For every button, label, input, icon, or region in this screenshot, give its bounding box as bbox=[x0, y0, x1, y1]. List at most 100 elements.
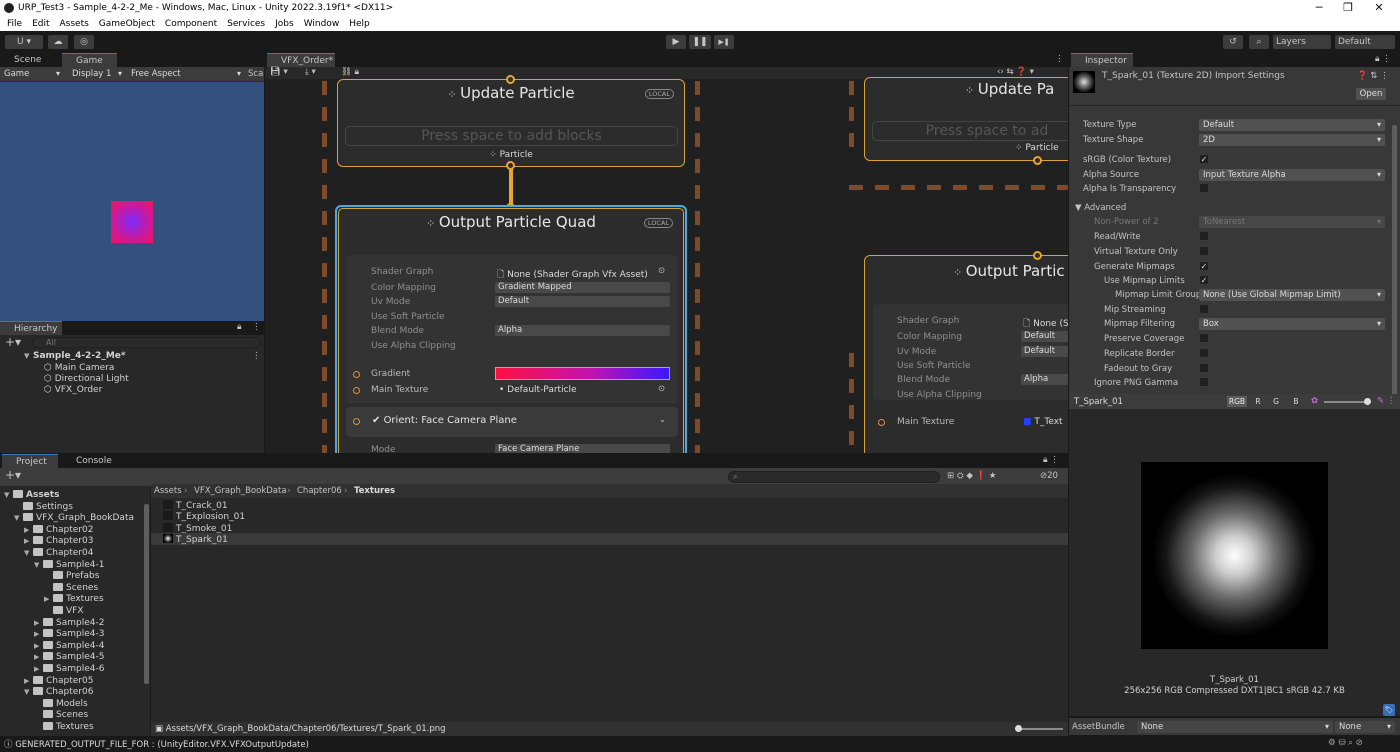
expand-arrow-icon[interactable]: ▼ bbox=[34, 561, 43, 569]
expand-arrow-icon[interactable]: ▶ bbox=[34, 665, 43, 673]
icon-size-slider[interactable] bbox=[1015, 728, 1063, 730]
blend-mode-dropdown[interactable]: Alpha bbox=[495, 325, 670, 336]
tab-hierarchy[interactable]: Hierarchy bbox=[0, 321, 62, 335]
folder-item[interactable]: Scenes bbox=[44, 582, 98, 593]
tab-console[interactable]: Console bbox=[62, 454, 120, 468]
tree-scrollbar[interactable] bbox=[144, 504, 149, 684]
expand-arrow-icon[interactable]: ▶ bbox=[24, 526, 33, 534]
channel-rgb-button[interactable]: RGB bbox=[1227, 396, 1247, 407]
folder-item[interactable]: Textures bbox=[34, 722, 94, 732]
menu-help[interactable]: Help bbox=[349, 17, 370, 31]
maximize-button[interactable]: ❐ bbox=[1341, 1, 1355, 15]
virtual-texture-checkbox[interactable] bbox=[1199, 246, 1209, 256]
menu-edit[interactable]: Edit bbox=[32, 17, 49, 31]
project-filter-icons[interactable]: ⊞ ⛭ ◆ ❗ ★ bbox=[947, 471, 996, 481]
orient-collapse-icon[interactable]: ⌄ bbox=[659, 415, 666, 425]
menu-assets[interactable]: Assets bbox=[60, 17, 89, 31]
hierarchy-search-input[interactable]: All bbox=[32, 337, 260, 348]
assetbundle-dropdown[interactable]: None bbox=[1137, 721, 1333, 733]
assetbundle-variant-dropdown[interactable]: None bbox=[1335, 721, 1395, 733]
expand-arrow-icon[interactable]: ▼ bbox=[4, 491, 13, 499]
label-tag-icon[interactable]: 🏷︎ bbox=[1383, 704, 1395, 716]
expand-arrow-icon[interactable]: ▶ bbox=[34, 630, 43, 638]
uv-mode-dropdown[interactable]: Default bbox=[495, 296, 670, 307]
folder-item[interactable]: VFX bbox=[44, 606, 84, 616]
expand-arrow-icon[interactable]: ▶ bbox=[34, 619, 43, 627]
right-output-input-port[interactable] bbox=[1033, 251, 1042, 260]
right-output-node[interactable]: ⁘ Output Partic Shader Graph 🗋 None (S C… bbox=[864, 255, 1068, 453]
output-particle-quad-node[interactable]: ⁘ Output Particle Quad LOCAL Shader Grap… bbox=[335, 205, 687, 453]
mip-filtering-dropdown[interactable]: Box bbox=[1199, 318, 1385, 330]
breadcrumb-assets[interactable]: Assets bbox=[154, 486, 182, 496]
hierarchy-item-main-camera[interactable]: ⬡ Main Camera bbox=[44, 363, 114, 373]
preserve-coverage-checkbox[interactable] bbox=[1199, 333, 1209, 343]
gradient-field[interactable] bbox=[495, 367, 670, 380]
folder-item[interactable]: Prefabs bbox=[44, 571, 99, 581]
menu-services[interactable]: Services bbox=[227, 17, 265, 31]
layers-dropdown[interactable]: Layers bbox=[1273, 35, 1331, 49]
alpha-channel-icon[interactable]: ✿ bbox=[1311, 396, 1318, 406]
minimize-button[interactable]: ─ bbox=[1312, 1, 1326, 15]
tab-inspector[interactable]: Inspector bbox=[1071, 53, 1133, 67]
tab-vfx-order[interactable]: VFX_Order* bbox=[267, 53, 335, 67]
ignore-png-checkbox[interactable] bbox=[1199, 377, 1209, 387]
menu-component[interactable]: Component bbox=[165, 17, 217, 31]
folder-item[interactable]: ▶ Chapter02 bbox=[24, 524, 93, 535]
status-message[interactable]: ⓘ GENERATED_OUTPUT_FILE_FOR : (UnityEdit… bbox=[4, 738, 309, 750]
folder-item[interactable]: Scenes bbox=[34, 710, 88, 720]
file-t-spark[interactable]: T_Spark_01 bbox=[163, 534, 228, 545]
folder-item[interactable]: Settings bbox=[14, 501, 73, 512]
vfx-more-icon[interactable]: ⋮ bbox=[1055, 54, 1064, 64]
expand-arrow-icon[interactable]: ▼ bbox=[24, 549, 33, 557]
search-icon[interactable]: ⌕ bbox=[1249, 35, 1269, 49]
file-t-crack[interactable]: T_Crack_01 bbox=[163, 500, 228, 511]
update-output-port[interactable] bbox=[506, 161, 515, 170]
channel-g-button[interactable]: G bbox=[1269, 396, 1283, 407]
expand-arrow-icon[interactable]: ▶ bbox=[24, 537, 33, 545]
tab-project[interactable]: Project bbox=[2, 454, 58, 468]
layout-dropdown[interactable]: Default bbox=[1335, 35, 1395, 49]
collab-icon[interactable]: ◎ bbox=[74, 35, 94, 49]
right-update-output-port[interactable] bbox=[1033, 156, 1042, 165]
menu-file[interactable]: File bbox=[7, 17, 22, 31]
status-icons[interactable]: ⚙ ⛁ ⌕ ⊘ bbox=[1328, 738, 1363, 748]
tab-game[interactable]: Game bbox=[62, 53, 117, 67]
expand-arrow-icon[interactable]: ▶ bbox=[24, 677, 33, 685]
mip-slider-handle[interactable] bbox=[1364, 398, 1371, 405]
breadcrumb-chapter06[interactable]: Chapter06 bbox=[297, 486, 342, 496]
right-shader-graph-field[interactable]: 🗋 None (S bbox=[1023, 316, 1068, 332]
replicate-border-checkbox[interactable] bbox=[1199, 348, 1209, 358]
shader-graph-picker-icon[interactable]: ⊙ bbox=[658, 266, 665, 276]
fadeout-checkbox[interactable] bbox=[1199, 363, 1209, 373]
breadcrumb-bookdata[interactable]: VFX_Graph_BookData bbox=[194, 486, 287, 496]
folder-item[interactable]: ▶ Sample4-2 bbox=[34, 617, 104, 628]
file-row-selected[interactable] bbox=[151, 533, 1068, 545]
channel-r-button[interactable]: R bbox=[1251, 396, 1265, 407]
folder-item[interactable]: ▼ Chapter06 bbox=[24, 687, 93, 697]
folder-item[interactable]: ▶ Textures bbox=[44, 594, 104, 604]
right-main-texture-field[interactable]: ■ T_Text bbox=[1023, 417, 1063, 427]
shader-graph-field[interactable]: 🗋 None (Shader Graph Vfx Asset) bbox=[497, 267, 648, 283]
folder-item[interactable]: ▼ Assets bbox=[4, 490, 59, 500]
inspector-scrollbar[interactable] bbox=[1392, 125, 1397, 395]
alpha-source-dropdown[interactable]: Input Texture Alpha bbox=[1199, 169, 1385, 181]
scene-menu-icon[interactable]: ⋮ bbox=[252, 351, 261, 361]
project-lock-icon[interactable]: 🔒︎ ⋮ bbox=[1043, 455, 1059, 465]
icon-size-handle[interactable] bbox=[1015, 725, 1022, 732]
hidden-count[interactable]: ⊘20 bbox=[1040, 471, 1058, 481]
folder-item[interactable]: ▼ VFX_Graph_BookData bbox=[14, 513, 134, 523]
link-icon[interactable]: ⛓ 🔒︎ bbox=[341, 67, 359, 77]
close-button[interactable]: ✕ bbox=[1372, 1, 1386, 15]
breadcrumb-textures[interactable]: Textures bbox=[354, 486, 395, 496]
cloud-icon[interactable]: ☁ bbox=[48, 35, 68, 49]
add-blocks-placeholder[interactable]: Press space to add blocks bbox=[345, 126, 678, 146]
file-t-explosion[interactable]: T_Explosion_01 bbox=[163, 511, 245, 522]
compile-icon[interactable]: ⤓ ▾ bbox=[305, 67, 316, 77]
expand-arrow-icon[interactable]: ▼ bbox=[14, 514, 23, 522]
right-main-texture-port[interactable] bbox=[878, 419, 885, 426]
channel-b-button[interactable]: B bbox=[1289, 396, 1303, 407]
folder-item[interactable]: Models bbox=[34, 698, 88, 709]
game-view[interactable] bbox=[0, 82, 264, 321]
menu-jobs[interactable]: Jobs bbox=[275, 17, 294, 31]
folder-item[interactable]: ▶ Chapter05 bbox=[24, 675, 93, 686]
